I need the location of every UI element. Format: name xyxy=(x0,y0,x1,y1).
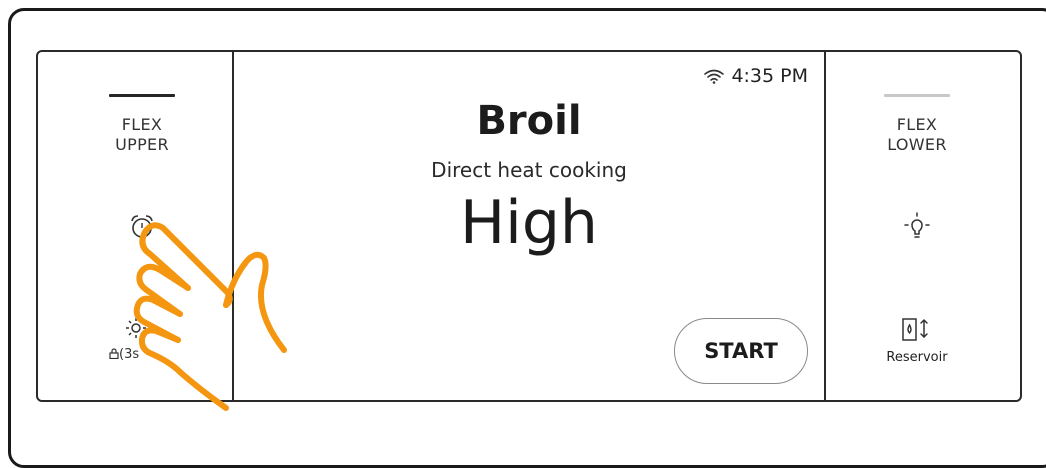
flex-upper-button[interactable]: FLEX UPPER xyxy=(82,115,202,155)
light-bulb-icon[interactable] xyxy=(900,210,934,244)
cooking-mode-title: Broil xyxy=(476,98,582,144)
status-bar: 4:35 PM xyxy=(703,65,808,87)
upper-zone-indicator xyxy=(109,94,175,97)
wifi-icon xyxy=(704,69,725,84)
flex-lower-label: FLEX LOWER xyxy=(887,115,947,154)
alarm-clock-icon[interactable] xyxy=(127,212,157,242)
broil-level[interactable]: High xyxy=(234,188,824,258)
settings-lock-hold[interactable]: (3s xyxy=(109,347,139,362)
lock-hold-text: (3s xyxy=(119,347,140,362)
flex-lower-button[interactable]: FLEX LOWER xyxy=(857,115,977,155)
gear-icon[interactable] xyxy=(124,316,148,340)
flex-upper-label: FLEX UPPER xyxy=(115,115,169,154)
right-divider xyxy=(824,52,826,400)
reservoir-label: Reservoir xyxy=(886,350,948,365)
control-panel: FLEX UPPER (3s 4:35 PM Broil Direct heat… xyxy=(36,50,1022,402)
start-button[interactable]: START xyxy=(674,318,808,384)
clock-time: 4:35 PM xyxy=(731,65,808,87)
water-reservoir-icon[interactable] xyxy=(901,317,933,345)
lower-zone-indicator xyxy=(884,94,950,97)
cooking-mode-description: Direct heat cooking xyxy=(431,158,627,182)
lock-icon xyxy=(109,348,119,360)
